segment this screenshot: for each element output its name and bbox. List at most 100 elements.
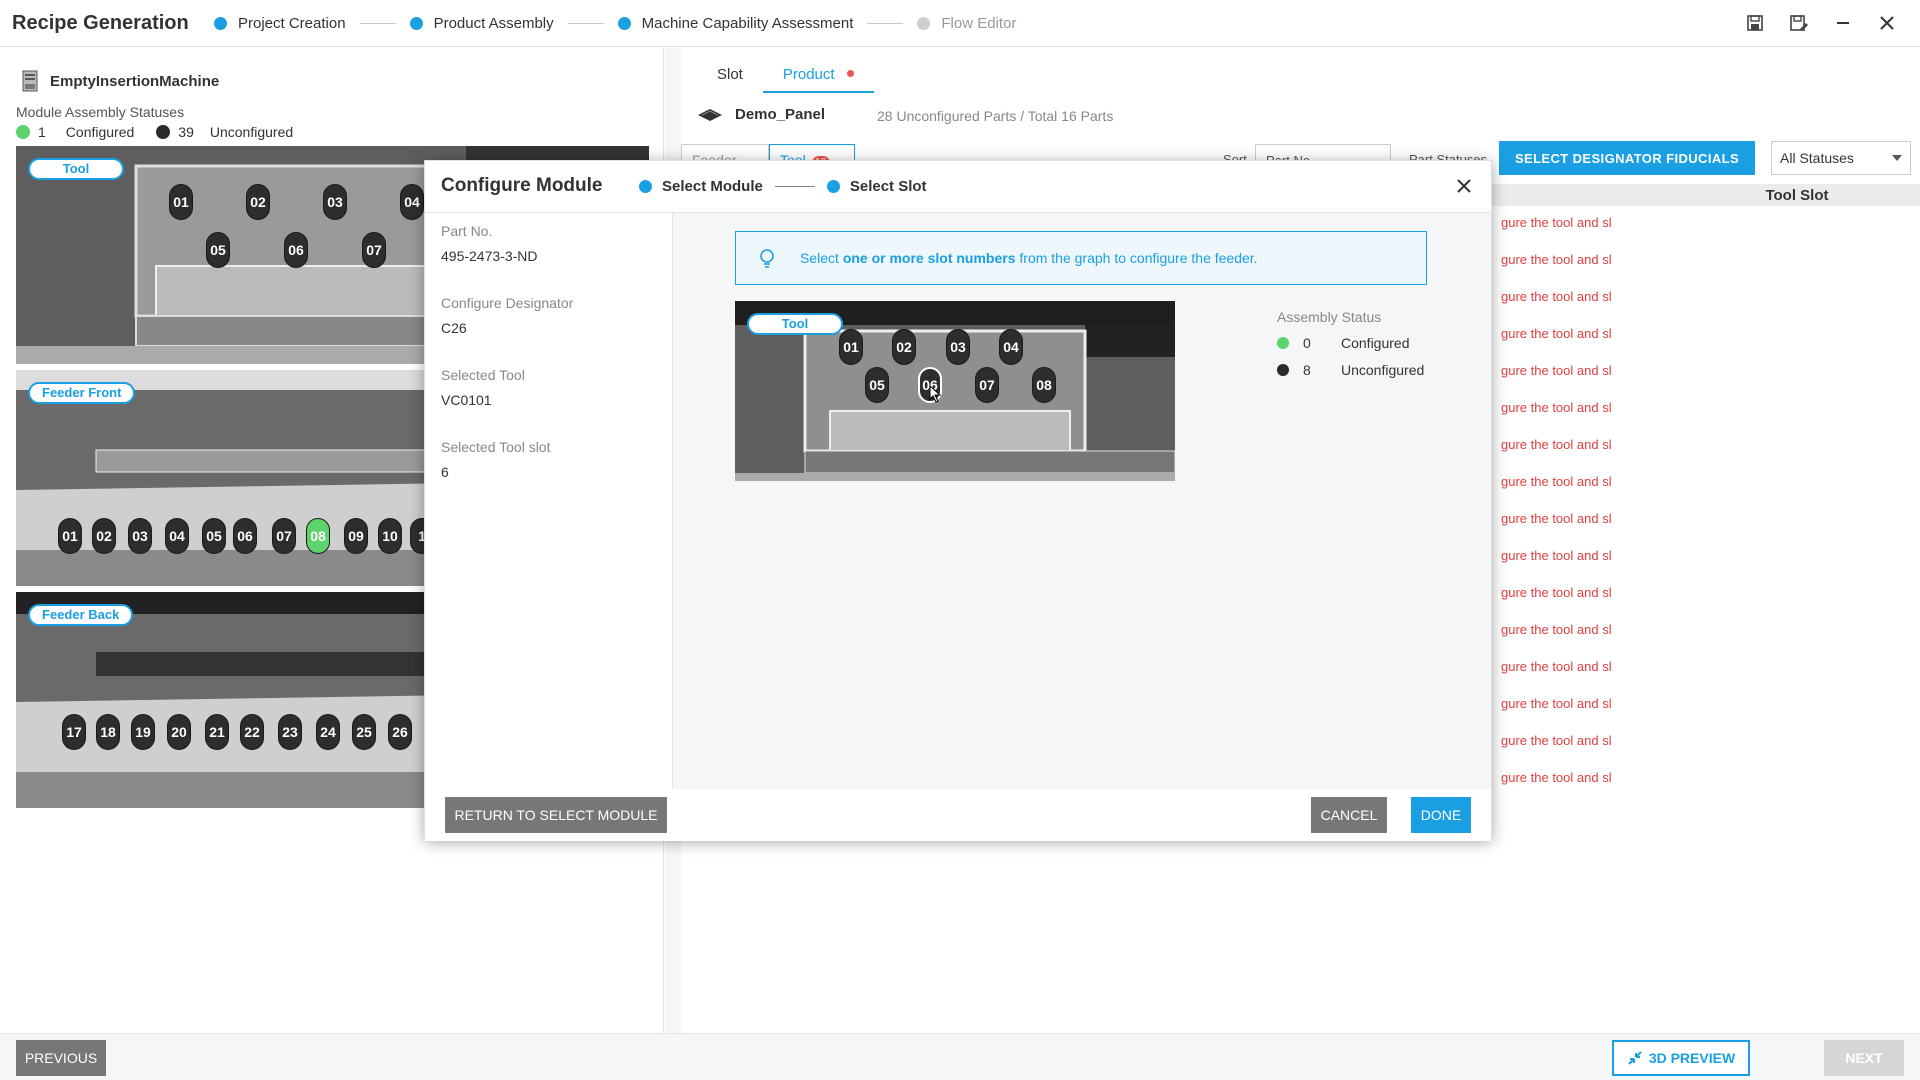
tool-slot-graph[interactable]: Tool 01 02 03 04 05 06 07 08 [735, 301, 1175, 481]
minimize-button[interactable] [1830, 10, 1856, 36]
field-selected-tool: Selected Tool VC0101 [441, 367, 525, 408]
feeder-slot[interactable]: 25 [352, 714, 376, 750]
feeder-slot[interactable]: 01 [58, 518, 82, 554]
save-button[interactable] [1742, 10, 1768, 36]
hint-banner: Select one or more slot numbers from the… [735, 231, 1427, 285]
feeder-slot[interactable]: 24 [316, 714, 340, 750]
step-label: Machine Capability Assessment [641, 15, 854, 32]
step-label: Product Assembly [433, 15, 554, 32]
feeder-slot[interactable]: 04 [165, 518, 189, 554]
error-message: gure the tool and sl [1501, 252, 1612, 267]
tool-slot[interactable]: 01 [169, 184, 193, 220]
feeder-slot[interactable]: 06 [233, 518, 257, 554]
step-flow-editor[interactable]: Flow Editor [917, 15, 1016, 32]
configured-dot-icon [16, 125, 30, 139]
tool-slot[interactable]: 06 [284, 232, 308, 268]
tool-slot[interactable]: 02 [892, 329, 916, 365]
feeder-slot[interactable]: 10 [378, 518, 402, 554]
tab-product[interactable]: Product [762, 60, 874, 93]
module-tag-feeder-back: Feeder Back [28, 604, 134, 626]
field-label: Selected Tool [441, 367, 525, 383]
title-bar: Recipe Generation Project Creation Produ… [0, 0, 1920, 47]
field-value: 495-2473-3-ND [441, 248, 538, 264]
unsaved-dot-icon [846, 70, 854, 77]
wizard-steps: Project Creation Product Assembly Machin… [214, 15, 1016, 32]
feeder-slot[interactable]: 07 [272, 518, 296, 554]
step-select-slot[interactable]: Select Slot [850, 178, 927, 195]
tool-slot[interactable]: 04 [999, 329, 1023, 365]
feeder-slot[interactable]: 20 [167, 714, 191, 750]
configured-count: 0 [1303, 335, 1311, 351]
tool-slot[interactable]: 07 [975, 367, 999, 403]
dialog-steps: Select Module Select Slot [639, 178, 927, 195]
return-to-select-module-button[interactable]: RETURN TO SELECT MODULE [445, 797, 667, 833]
done-button[interactable]: DONE [1411, 797, 1471, 833]
previous-button[interactable]: PREVIOUS [16, 1040, 106, 1076]
module-tag-tool: Tool [28, 158, 124, 180]
cancel-button[interactable]: CANCEL [1311, 797, 1387, 833]
next-button[interactable]: NEXT [1824, 1040, 1904, 1076]
step-dot-icon [639, 180, 652, 193]
error-message: gure the tool and sl [1501, 326, 1612, 341]
tool-slot[interactable]: 04 [400, 184, 424, 220]
panel-tabs: Slot Product [697, 60, 874, 93]
feeder-slot[interactable]: 18 [96, 714, 120, 750]
feeder-slot[interactable]: 21 [205, 714, 229, 750]
feeder-slot[interactable]: 26 [388, 714, 412, 750]
tool-slot[interactable]: 01 [839, 329, 863, 365]
feeder-slot-selected[interactable]: 08 [306, 518, 330, 554]
status-filter-select[interactable]: All Statuses [1771, 141, 1911, 175]
feeder-slot[interactable]: 02 [92, 518, 116, 554]
tool-slot[interactable]: 02 [246, 184, 270, 220]
step-product-assembly[interactable]: Product Assembly [409, 15, 554, 32]
unconfigured-dot-icon [156, 125, 171, 139]
field-label: Selected Tool slot [441, 439, 551, 455]
error-message: gure the tool and sl [1501, 548, 1612, 563]
machine-name: EmptyInsertionMachine [50, 72, 220, 90]
field-designator: Configure Designator C26 [441, 295, 573, 336]
error-message: gure the tool and sl [1501, 215, 1612, 230]
dialog-close-button[interactable] [1451, 173, 1477, 199]
tool-slot[interactable]: 05 [206, 232, 230, 268]
tab-slot[interactable]: Slot [697, 60, 763, 93]
tab-product-label: Product [782, 66, 835, 83]
feeder-slot[interactable]: 03 [128, 518, 152, 554]
tool-slot[interactable]: 03 [946, 329, 970, 365]
error-message: gure the tool and sl [1501, 511, 1612, 526]
step-connector [567, 23, 604, 24]
feeder-slot[interactable]: 09 [344, 518, 368, 554]
unconfigured-dot-icon [1277, 364, 1289, 376]
module-status-title: Module Assembly Statuses [16, 104, 185, 120]
slot-selector: Select one or more slot numbers from the… [673, 213, 1491, 789]
tool-slot[interactable]: 07 [362, 232, 386, 268]
module-status-legend: 1 Configured 39 Unconfigured [16, 124, 293, 140]
save-as-icon [1790, 15, 1808, 31]
error-message: gure the tool and sl [1501, 437, 1612, 452]
bottom-bar: PREVIOUS 3D PREVIEW NEXT [0, 1033, 1920, 1080]
error-message: gure the tool and sl [1501, 363, 1612, 378]
step-project-creation[interactable]: Project Creation [214, 15, 346, 32]
hint-text: Select [800, 250, 843, 266]
minimize-icon [1837, 22, 1849, 24]
parts-summary: 28 Unconfigured Parts / Total 16 Parts [877, 108, 1114, 124]
close-button[interactable] [1874, 10, 1900, 36]
feeder-slot[interactable]: 23 [278, 714, 302, 750]
dialog-header: Configure Module Select Module Select Sl… [425, 161, 1491, 213]
feeder-slot[interactable]: 17 [62, 714, 86, 750]
panel-name: Demo_Panel [735, 106, 826, 123]
tool-slot[interactable]: 05 [865, 367, 889, 403]
tool-slot[interactable]: 03 [323, 184, 347, 220]
hint-text: from the graph to configure the feeder. [1015, 250, 1258, 266]
step-select-module[interactable]: Select Module [662, 178, 763, 195]
tool-slot[interactable]: 08 [1032, 367, 1056, 403]
feeder-slot[interactable]: 22 [240, 714, 264, 750]
feeder-slot[interactable]: 19 [131, 714, 155, 750]
step-machine-capability[interactable]: Machine Capability Assessment [617, 15, 854, 32]
feeder-slot[interactable]: 05 [202, 518, 226, 554]
status-filter-value: All Statuses [1780, 150, 1854, 166]
lightbulb-icon [760, 249, 774, 268]
select-fiducials-button[interactable]: SELECT DESIGNATOR FIDUCIALS [1499, 141, 1755, 175]
unconfigured-count: 39 [178, 124, 194, 140]
save-as-button[interactable] [1786, 10, 1812, 36]
3d-preview-button[interactable]: 3D PREVIEW [1612, 1040, 1750, 1076]
